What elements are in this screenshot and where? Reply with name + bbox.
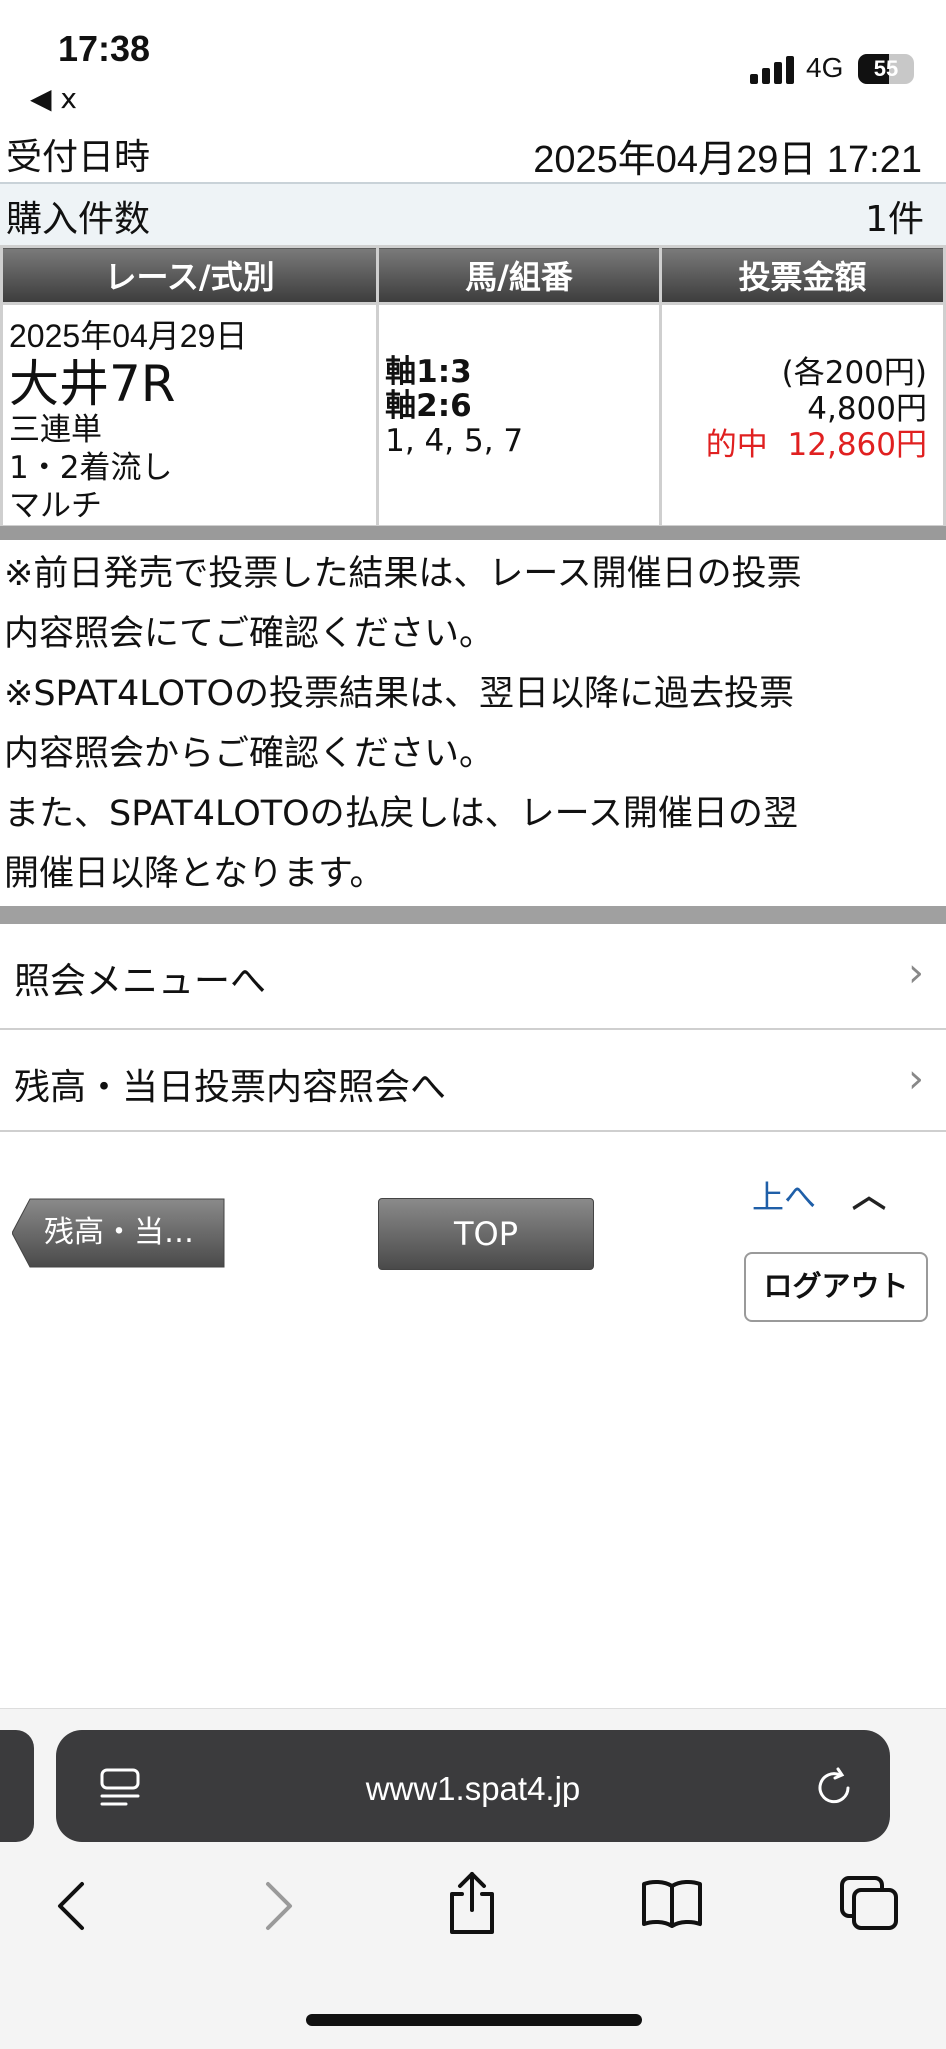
bet-multi: マルチ: [9, 488, 102, 524]
count-value: 1件: [865, 199, 924, 240]
back-balance-button[interactable]: 残高・当…: [12, 1198, 226, 1268]
previous-tab[interactable]: [0, 1730, 34, 1842]
amount-cell: (各200円) 4,800円 的中 12,860円: [659, 302, 946, 528]
count-label: 購入件数: [6, 199, 151, 240]
status-time: 17:38: [58, 28, 151, 69]
race-name: 大井7R: [9, 355, 176, 413]
notice-line: ※SPAT4LOTOの投票結果は、翌日以降に過去投票: [4, 674, 795, 714]
signal-icon: [750, 56, 796, 88]
axis-2: 軸2:6: [385, 388, 472, 424]
back-nav-icon[interactable]: [52, 1878, 92, 1938]
home-indicator: [306, 2014, 642, 2026]
hit-result: 的中 12,860円: [662, 427, 943, 463]
inquiry-menu-label: 照会メニューへ: [14, 961, 267, 1002]
bookmarks-icon[interactable]: [640, 1878, 704, 1934]
back-balance-label: 残高・当…: [44, 1215, 194, 1250]
share-icon[interactable]: [444, 1870, 500, 1940]
notice-line: 開催日以降となります。: [4, 854, 385, 894]
race-date: 2025年04月29日: [9, 318, 248, 354]
divider: [0, 526, 946, 540]
unit-amount: (各200円): [781, 355, 927, 391]
divider: [0, 906, 946, 924]
notice-line: また、SPAT4LOTOの払戻しは、レース開催日の翌: [4, 794, 798, 834]
back-to-app-link[interactable]: ◀ x: [30, 82, 77, 115]
bet-table: レース/式別 馬/組番 投票金額 2025年04月29日 大井7R 三連単 1・…: [0, 245, 946, 528]
inquiry-menu-link[interactable]: 照会メニューへ ›: [0, 924, 946, 1030]
reload-icon[interactable]: [812, 1766, 856, 1814]
axis-1: 軸1:3: [385, 354, 472, 390]
notice-line: 内容照会にてご確認ください。: [4, 614, 495, 654]
partner-horses: 1, 4, 5, 7: [385, 423, 524, 459]
total-amount: 4,800円: [807, 391, 927, 427]
header-bet-amount: 投票金額: [659, 245, 946, 305]
logout-button[interactable]: ログアウト: [744, 1252, 928, 1322]
battery-level: 55: [873, 56, 899, 81]
header-horse-combination: 馬/組番: [376, 245, 662, 305]
chevron-right-icon: ›: [908, 950, 924, 996]
notice-line: 内容照会からご確認ください。: [4, 734, 495, 774]
battery-icon: 55: [858, 54, 914, 84]
race-cell: 2025年04月29日 大井7R 三連単 1・2着流し マルチ: [0, 302, 380, 528]
url-text[interactable]: www1.spat4.jp: [56, 1770, 890, 1808]
hit-label: 的中: [705, 427, 768, 463]
balance-inquiry-link[interactable]: 残高・当日投票内容照会へ ›: [0, 1030, 946, 1132]
bet-method: 1・2着流し: [9, 450, 173, 486]
notice-text: ※前日発売で投票した結果は、レース開催日の投票 内容照会にてご確認ください。 ※…: [4, 544, 944, 904]
network-type: 4G: [806, 52, 844, 83]
chevron-up-icon[interactable]: ︿: [852, 1168, 886, 1217]
horse-cell: 軸1:3 軸2:6 1, 4, 5, 7: [376, 302, 662, 528]
tabs-icon[interactable]: [838, 1874, 900, 1936]
reception-value: 2025年04月29日 17:21: [533, 139, 922, 181]
balance-inquiry-label: 残高・当日投票内容照会へ: [14, 1067, 447, 1108]
table-row: 2025年04月29日 大井7R 三連単 1・2着流し マルチ 軸1:3 軸2:…: [0, 302, 946, 528]
top-button[interactable]: TOP: [378, 1198, 594, 1270]
scroll-up-link[interactable]: 上へ: [752, 1172, 816, 1218]
notice-line: ※前日発売で投票した結果は、レース開催日の投票: [4, 554, 802, 594]
hit-amount: 12,860円: [787, 427, 927, 463]
header-race-type: レース/式別: [0, 245, 380, 305]
forward-nav-icon[interactable]: [258, 1878, 298, 1938]
chevron-right-icon: ›: [908, 1056, 924, 1102]
reception-label: 受付日時: [6, 137, 151, 178]
bet-type: 三連単: [9, 412, 102, 448]
